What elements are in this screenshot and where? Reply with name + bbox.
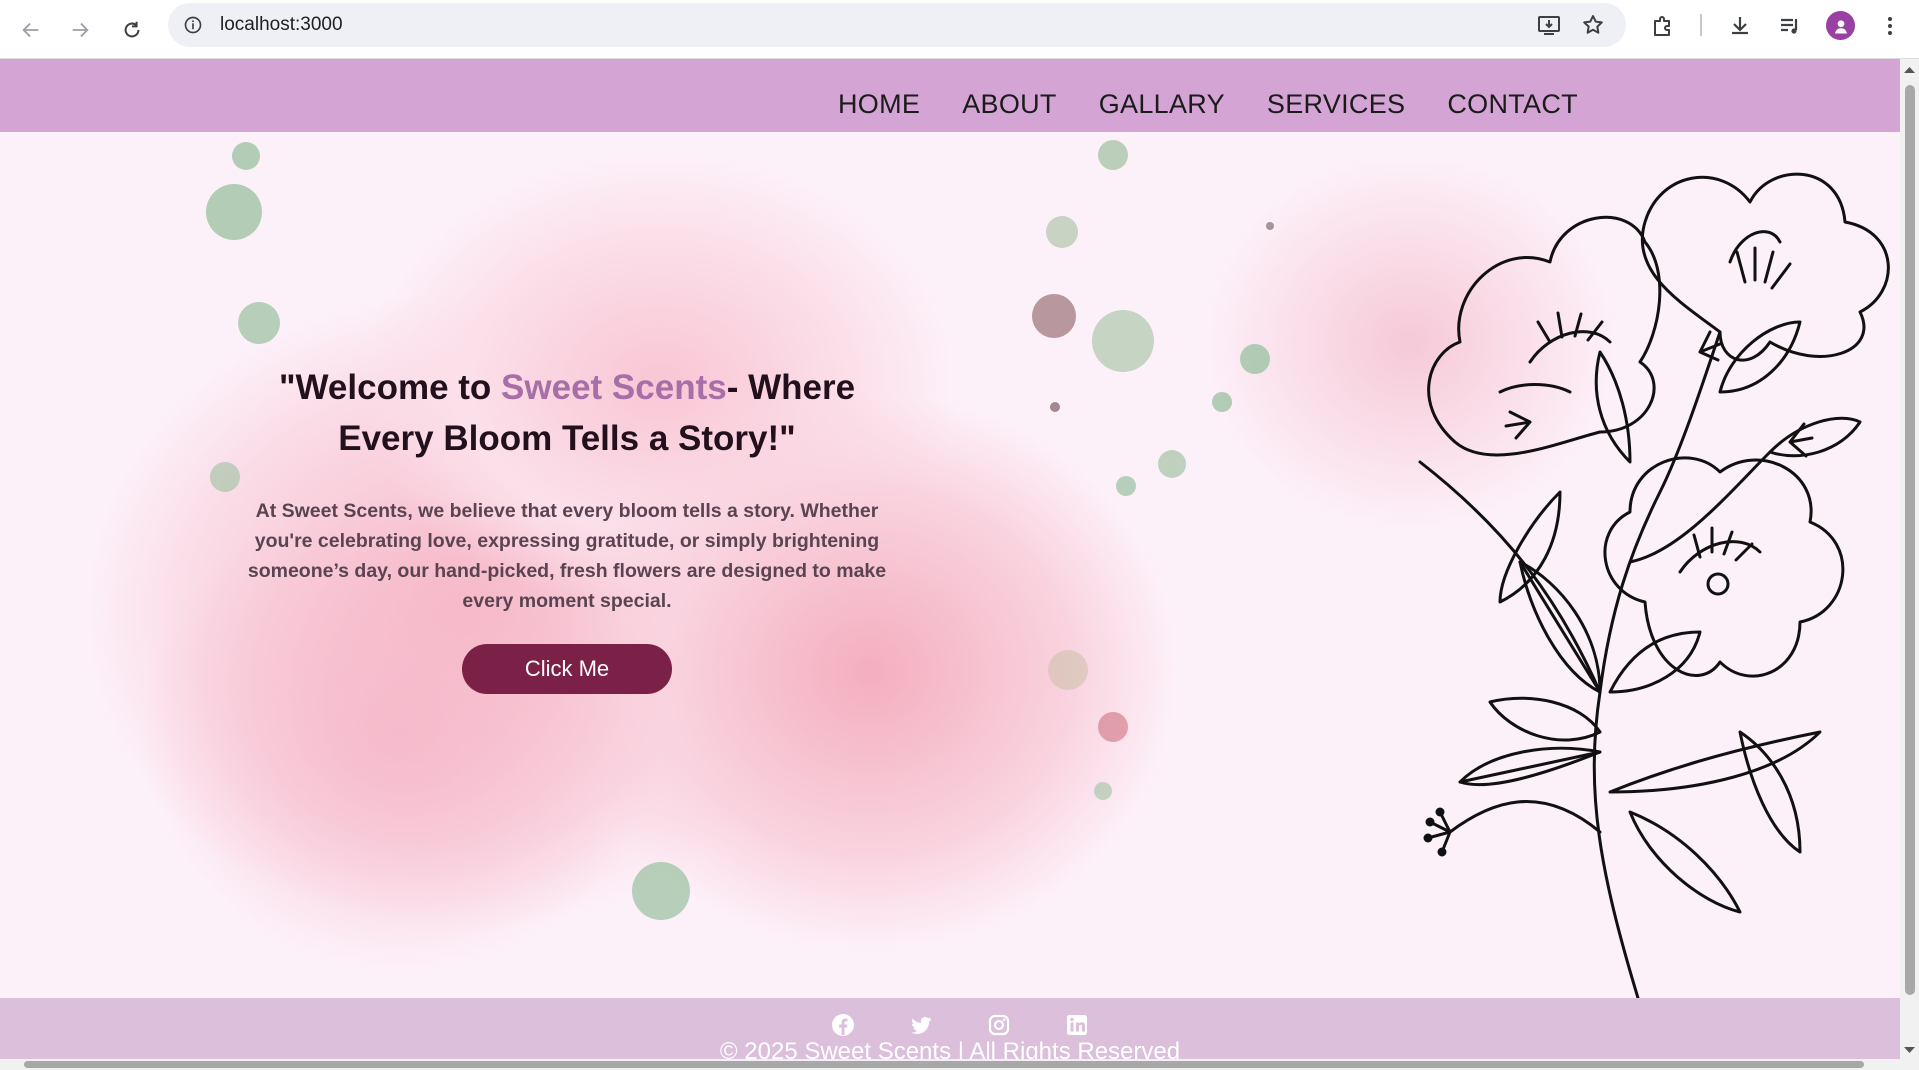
address-bar[interactable]: localhost:3000 <box>168 3 1626 47</box>
nav-about-link[interactable]: ABOUT <box>962 89 1057 120</box>
instagram-icon[interactable] <box>986 1012 1012 1038</box>
twitter-icon[interactable] <box>908 1012 934 1038</box>
main-menu: HOME ABOUT GALLARY SERVICES CONTACT <box>838 89 1578 120</box>
back-arrow-icon[interactable] <box>14 13 48 47</box>
browser-toolbar: localhost:3000 <box>0 0 1919 59</box>
horizontal-scroll-thumb[interactable] <box>24 1061 1864 1068</box>
click-me-button[interactable]: Click Me <box>462 644 672 694</box>
nav-home-link[interactable]: HOME <box>838 89 920 120</box>
hero-section: "Welcome to Sweet Scents- Where Every Bl… <box>0 132 1900 998</box>
reload-icon[interactable] <box>115 13 149 47</box>
navbar: HOME ABOUT GALLARY SERVICES CONTACT <box>0 59 1900 132</box>
nav-services-link[interactable]: SERVICES <box>1267 89 1405 120</box>
url-text: localhost:3000 <box>220 14 343 35</box>
info-icon[interactable] <box>182 14 204 36</box>
vertical-scroll-thumb[interactable] <box>1905 85 1915 995</box>
copyright-text: © 2025 Sweet Scents | All Rights Reserve… <box>719 1038 1181 1059</box>
install-icon[interactable] <box>1536 12 1562 38</box>
social-links <box>830 1012 1090 1038</box>
linkedin-icon[interactable] <box>1064 1012 1090 1038</box>
kebab-menu-icon[interactable] <box>1874 10 1906 42</box>
nav-gallary-link[interactable]: GALLARY <box>1099 89 1225 120</box>
horizontal-scrollbar[interactable] <box>0 1059 1919 1070</box>
hero-paragraph: At Sweet Scents, we believe that every b… <box>247 500 887 612</box>
download-icon[interactable] <box>1724 10 1756 42</box>
star-icon[interactable] <box>1580 12 1606 38</box>
hero-content: "Welcome to Sweet Scents- Where Every Bl… <box>232 362 902 694</box>
media-queue-icon[interactable] <box>1774 10 1806 42</box>
headline-prefix: "Welcome to <box>278 368 502 407</box>
toolbar-divider <box>1700 14 1702 36</box>
hero-headline: "Welcome to Sweet Scents- Where Every Bl… <box>232 362 902 464</box>
profile-icon[interactable] <box>1826 11 1855 40</box>
brand-name: Sweet Scents <box>501 368 727 407</box>
nav-contact-link[interactable]: CONTACT <box>1447 89 1578 120</box>
webpage: HOME ABOUT GALLARY SERVICES CONTACT "Wel… <box>0 59 1900 1059</box>
flower-illustration <box>1418 172 1890 998</box>
scroll-down-arrow-icon[interactable] <box>1900 1043 1919 1057</box>
vertical-scrollbar[interactable] <box>1900 59 1919 1059</box>
extensions-icon[interactable] <box>1647 10 1679 42</box>
footer: © 2025 Sweet Scents | All Rights Reserve… <box>0 998 1900 1059</box>
forward-arrow-icon[interactable] <box>63 13 97 47</box>
facebook-icon[interactable] <box>830 1012 856 1038</box>
scroll-up-arrow-icon[interactable] <box>1900 63 1919 77</box>
